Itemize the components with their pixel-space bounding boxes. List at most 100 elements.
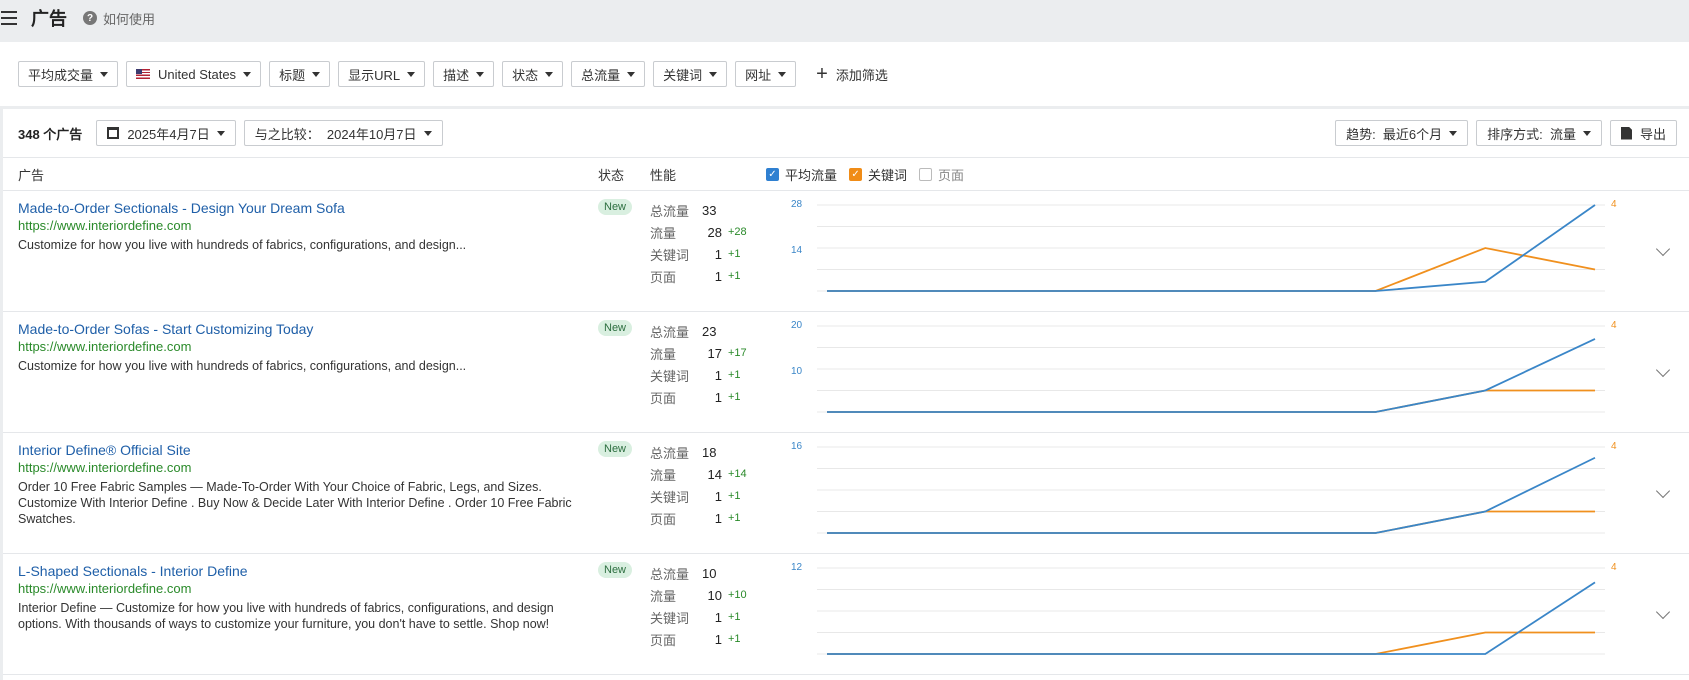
ad-title-link[interactable]: L-Shaped Sectionals - Interior Define [18, 563, 248, 579]
filter-title[interactable]: 标题 [269, 61, 331, 87]
caret-down-icon [545, 71, 554, 77]
ad-url-link[interactable]: https://www.interiordefine.com [18, 460, 191, 475]
status-badge: New [598, 320, 633, 336]
trend-chart: 28 14 4 [791, 199, 1617, 292]
metric-value: 1 [714, 268, 722, 284]
caret-down-icon [1449, 130, 1458, 136]
filter-status[interactable]: 状态 [502, 61, 564, 87]
filter-description[interactable]: 描述 [433, 61, 495, 87]
y-axis-right-max-label: 4 [1611, 199, 1617, 210]
metric-label: 关键词 [650, 368, 690, 384]
y-axis-right-max-label: 4 [1611, 441, 1617, 452]
caret-down-icon [423, 130, 432, 136]
ad-row: Made-to-Order Sofas - Start Customizing … [3, 312, 1689, 433]
status-badge: New [598, 562, 633, 578]
ad-description: Interior Define — Customize for how you … [18, 601, 554, 631]
metric-pages: 页面 1 +1 [650, 386, 747, 408]
compare-date-picker[interactable]: 与之比较： 2024年10月7日 [243, 120, 443, 146]
metric-value: 18 [702, 444, 717, 460]
metric-delta: +1 [728, 369, 741, 381]
metric-delta: +1 [728, 490, 741, 502]
chevron-down-icon[interactable] [1655, 362, 1671, 378]
filter-country[interactable]: United States [126, 61, 262, 87]
ad-url-link[interactable]: https://www.interiordefine.com [18, 339, 191, 354]
y-axis-max-label: 12 [791, 562, 803, 573]
ad-title-link[interactable]: Made-to-Order Sectionals - Design Your D… [18, 200, 345, 216]
chevron-down-icon[interactable] [1655, 604, 1671, 620]
column-ad: 广告 [18, 167, 45, 183]
caret-down-icon [476, 71, 485, 77]
metric-delta: +17 [728, 347, 747, 359]
date-label: 2025年4月7日 [127, 126, 210, 142]
ad-title-link[interactable]: Made-to-Order Sofas - Start Customizing … [18, 321, 313, 337]
filter-keywords[interactable]: 关键词 [653, 61, 728, 87]
metric-keywords: 关键词 1 +1 [650, 606, 747, 628]
metric-value: 23 [702, 323, 717, 339]
checkbox-unchecked-icon[interactable] [919, 167, 933, 181]
legend-avg-traffic[interactable]: ✓ 平均流量 [766, 165, 837, 184]
export-label: 导出 [1639, 126, 1666, 142]
metric-label: 总流量 [650, 566, 690, 582]
metric-value: 1 [714, 389, 722, 405]
help-link[interactable]: ? 如何使用 [83, 9, 155, 28]
ad-url-link[interactable]: https://www.interiordefine.com [18, 581, 191, 596]
column-status: 状态 [598, 167, 625, 183]
menu-icon[interactable] [1, 11, 17, 25]
chevron-down-icon[interactable] [1655, 483, 1671, 499]
y-axis-right-max-label: 4 [1611, 320, 1617, 331]
y-axis-max-label: 20 [791, 320, 803, 331]
metric-keywords: 关键词 1 +1 [650, 364, 747, 386]
metric-label: 流量 [650, 588, 677, 604]
sort-label: 排序方式: 流量 [1487, 126, 1576, 142]
ad-url-link[interactable]: https://www.interiordefine.com [18, 218, 191, 233]
metric-delta: +1 [728, 391, 741, 403]
metric-keywords: 关键词 1 +1 [650, 485, 747, 507]
status-badge: New [598, 441, 633, 457]
performance-metrics: 总流量 18 流量 14 +14 关键词 1 +1 页面 1 +1 [650, 441, 747, 529]
add-filter-label: 添加筛选 [835, 67, 888, 83]
filter-label: 状态 [512, 67, 539, 83]
caret-down-icon [100, 71, 109, 77]
legend-keywords[interactable]: ✓ 关键词 [849, 165, 907, 184]
metric-traffic: 流量 28 +28 [650, 221, 747, 243]
metric-value: 1 [714, 246, 722, 262]
checkbox-checked-icon[interactable]: ✓ [766, 167, 779, 181]
filter-total-traffic[interactable]: 总流量 [571, 61, 646, 87]
metric-total: 总流量 18 [650, 441, 747, 463]
chevron-down-icon[interactable] [1655, 241, 1671, 257]
metric-total: 总流量 10 [650, 562, 747, 584]
plus-icon: + [816, 63, 828, 85]
metric-label: 关键词 [650, 610, 690, 626]
metric-label: 流量 [650, 225, 677, 241]
filter-url[interactable]: 网址 [735, 61, 797, 87]
traffic-series-line [827, 456, 1596, 534]
metric-label: 流量 [650, 467, 677, 483]
sort-dropdown[interactable]: 排序方式: 流量 [1476, 120, 1602, 146]
metric-value: 1 [714, 631, 722, 647]
metric-delta: +10 [728, 589, 747, 601]
legend-label: 页面 [938, 167, 965, 183]
help-label: 如何使用 [103, 11, 156, 27]
date-picker[interactable]: 2025年4月7日 [96, 120, 236, 146]
chart-legend: ✓ 平均流量 ✓ 关键词 页面 [766, 165, 964, 184]
caret-down-icon [216, 130, 225, 136]
metric-delta: +1 [728, 270, 741, 282]
export-button[interactable]: 导出 [1609, 120, 1677, 146]
metric-label: 总流量 [650, 324, 690, 340]
metric-delta: +1 [728, 611, 741, 623]
ad-title-link[interactable]: Interior Define® Official Site [18, 442, 191, 458]
filter-display-url[interactable]: 显示URL [338, 61, 426, 87]
add-filter-button[interactable]: + 添加筛选 [816, 64, 888, 84]
ad-description: Order 10 Free Fabric Samples — Made-To-O… [18, 480, 572, 526]
caret-down-icon [709, 71, 718, 77]
legend-pages[interactable]: 页面 [919, 165, 964, 184]
metric-value: 17 [707, 345, 722, 361]
metric-total: 总流量 33 [650, 199, 747, 221]
trend-dropdown[interactable]: 趋势: 最近6个月 [1335, 120, 1469, 146]
filter-avg-volume[interactable]: 平均成交量 [18, 61, 119, 87]
checkbox-checked-icon[interactable]: ✓ [849, 167, 863, 181]
metric-value: 1 [714, 367, 722, 383]
filter-label: 标题 [279, 67, 306, 83]
filter-label: 总流量 [581, 67, 621, 83]
metric-label: 页面 [650, 390, 677, 406]
